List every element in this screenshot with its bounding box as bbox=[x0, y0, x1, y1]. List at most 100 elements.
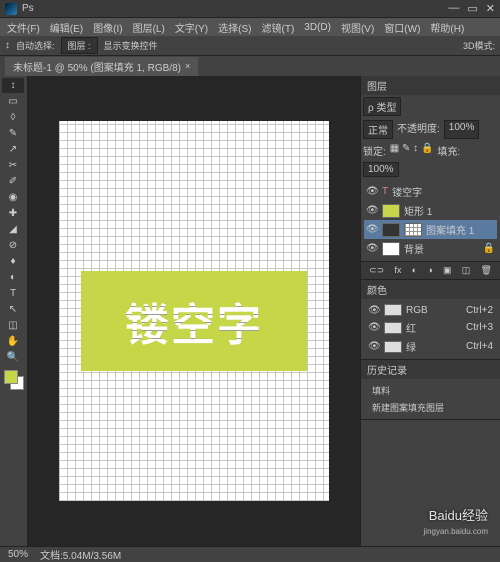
layer-row-background[interactable]: 👁 背景 🔒 bbox=[364, 239, 497, 258]
watermark-url: jingyan.baidu.com bbox=[424, 527, 488, 536]
canvas-area[interactable]: 镂空字 bbox=[28, 76, 360, 546]
layer-name: 镂空字 bbox=[392, 184, 422, 199]
show-transform-checkbox[interactable]: 显示变换控件 bbox=[104, 39, 158, 52]
menu-type[interactable]: 文字(Y) bbox=[171, 20, 212, 35]
color-swatches[interactable] bbox=[2, 370, 25, 394]
visibility-icon[interactable]: 👁 bbox=[368, 322, 380, 333]
dodge-tool[interactable]: ◐ bbox=[2, 270, 24, 285]
close-button[interactable]: ✕ bbox=[486, 2, 495, 15]
shape-tool[interactable]: ◫ bbox=[2, 318, 24, 333]
app-title: Ps bbox=[22, 3, 34, 14]
tab-title: 未标题-1 @ 50% (图案填充 1, RGB/8) bbox=[13, 59, 181, 74]
layer-thumb bbox=[382, 204, 400, 218]
opacity-value[interactable]: 100% bbox=[444, 120, 480, 139]
layers-panel-footer: ⊂⊃ fx ◐ ◑ ▣ ◫ 🗑 bbox=[361, 261, 500, 279]
menu-filter[interactable]: 滤镜(T) bbox=[258, 20, 299, 35]
layers-panel-title[interactable]: 图层 bbox=[361, 76, 500, 95]
new-layer-icon[interactable]: ◫ bbox=[462, 265, 471, 276]
zoom-tool[interactable]: 🔍 bbox=[2, 350, 24, 365]
menu-file[interactable]: 文件(F) bbox=[3, 20, 44, 35]
channel-shortcut: Ctrl+3 bbox=[466, 322, 493, 333]
channel-row-red[interactable]: 👁 红 Ctrl+3 bbox=[364, 318, 497, 337]
menu-edit[interactable]: 编辑(E) bbox=[46, 20, 87, 35]
history-brush-tool[interactable]: ◢ bbox=[2, 222, 24, 237]
blend-mode-select[interactable]: 正常 bbox=[363, 120, 393, 139]
document-tabs: 未标题-1 @ 50% (图案填充 1, RGB/8) × bbox=[0, 56, 500, 76]
visibility-icon[interactable]: 👁 bbox=[366, 224, 378, 235]
channel-name: RGB bbox=[406, 305, 428, 316]
menu-layer[interactable]: 图层(L) bbox=[129, 20, 169, 35]
menu-view[interactable]: 视图(V) bbox=[337, 20, 378, 35]
fill-value[interactable]: 100% bbox=[363, 162, 399, 177]
menu-3d[interactable]: 3D(D) bbox=[300, 22, 335, 33]
adjustment-icon[interactable]: ◑ bbox=[427, 265, 432, 276]
hand-tool[interactable]: ✋ bbox=[2, 334, 24, 349]
gradient-tool[interactable]: ♦ bbox=[2, 254, 24, 269]
layer-thumb bbox=[382, 223, 400, 237]
brush-tool[interactable]: ◉ bbox=[2, 190, 24, 205]
status-bar: 50% 文档:5.04M/3.56M bbox=[0, 546, 500, 562]
maximize-button[interactable]: ▭ bbox=[467, 2, 477, 15]
layer-thumb bbox=[382, 242, 400, 256]
autoselect-mode[interactable]: 图层 : bbox=[61, 37, 98, 54]
channel-row-rgb[interactable]: 👁 RGB Ctrl+2 bbox=[364, 302, 497, 318]
visibility-icon[interactable]: 👁 bbox=[368, 305, 380, 316]
layers-panel: 图层 ρ 类型 正常 不透明度: 100% 锁定: ▦ ✎ ↕ 🔒 填充: 10… bbox=[361, 76, 500, 280]
path-tool[interactable]: ↖ bbox=[2, 302, 24, 317]
lasso-tool[interactable]: ◊ bbox=[2, 110, 24, 125]
channel-name: 红 bbox=[406, 320, 416, 335]
lock-label: 锁定: bbox=[363, 143, 386, 158]
minimize-button[interactable]: — bbox=[448, 2, 459, 15]
layer-name: 图案填充 1 bbox=[426, 222, 474, 237]
layer-filter-kind[interactable]: ρ 类型 bbox=[363, 97, 401, 116]
autoselect-label: 自动选择: bbox=[16, 39, 55, 52]
lock-icon: 🔒 bbox=[483, 243, 495, 254]
wand-tool[interactable]: ✎ bbox=[2, 126, 24, 141]
link-layers-icon[interactable]: ⊂⊃ bbox=[369, 265, 384, 276]
channel-thumb bbox=[384, 341, 402, 353]
history-panel-title[interactable]: 历史记录 bbox=[361, 360, 500, 379]
channel-row-green[interactable]: 👁 绿 Ctrl+4 bbox=[364, 337, 497, 356]
group-icon[interactable]: ▣ bbox=[443, 265, 452, 276]
menu-select[interactable]: 选择(S) bbox=[214, 20, 255, 35]
panels-dock: 图层 ρ 类型 正常 不透明度: 100% 锁定: ▦ ✎ ↕ 🔒 填充: 10… bbox=[360, 76, 500, 546]
watermark: Baidu经验 bbox=[429, 505, 488, 524]
crop-tool[interactable]: ↗ bbox=[2, 142, 24, 157]
menu-help[interactable]: 帮助(H) bbox=[426, 20, 468, 35]
mask-icon[interactable]: ◐ bbox=[412, 265, 417, 276]
menu-image[interactable]: 图像(I) bbox=[89, 20, 126, 35]
layer-row-text[interactable]: 👁 T 镂空字 bbox=[364, 182, 497, 201]
history-item[interactable]: 新建图案填充图层 bbox=[364, 399, 497, 416]
tools-panel: ↕ ▭ ◊ ✎ ↗ ✂ ✐ ◉ ✚ ◢ ⊘ ♦ ◐ T ↖ ◫ ✋ 🔍 bbox=[0, 76, 28, 546]
eraser-tool[interactable]: ⊘ bbox=[2, 238, 24, 253]
layer-row-shape[interactable]: 👁 矩形 1 bbox=[364, 201, 497, 220]
stamp-tool[interactable]: ✚ bbox=[2, 206, 24, 221]
3d-mode-label: 3D模式: bbox=[463, 39, 495, 52]
visibility-icon[interactable]: 👁 bbox=[366, 205, 378, 216]
layer-row-pattern[interactable]: 👁 图案填充 1 bbox=[364, 220, 497, 239]
visibility-icon[interactable]: 👁 bbox=[366, 186, 378, 197]
document-tab[interactable]: 未标题-1 @ 50% (图案填充 1, RGB/8) × bbox=[5, 57, 198, 76]
history-item[interactable]: 填料 bbox=[364, 382, 497, 399]
eyedropper-tool[interactable]: ✂ bbox=[2, 158, 24, 173]
fx-icon[interactable]: fx bbox=[394, 265, 401, 276]
heal-tool[interactable]: ✐ bbox=[2, 174, 24, 189]
menu-bar: 文件(F) 编辑(E) 图像(I) 图层(L) 文字(Y) 选择(S) 滤镜(T… bbox=[0, 18, 500, 36]
delete-layer-icon[interactable]: 🗑 bbox=[480, 265, 491, 276]
channels-panel: 颜色 👁 RGB Ctrl+2 👁 红 Ctrl+3 👁 绿 bbox=[361, 280, 500, 360]
channels-panel-title[interactable]: 颜色 bbox=[361, 280, 500, 299]
zoom-level[interactable]: 50% bbox=[8, 549, 28, 560]
canvas[interactable]: 镂空字 bbox=[59, 121, 329, 501]
visibility-icon[interactable]: 👁 bbox=[368, 341, 380, 352]
layer-name: 背景 bbox=[404, 241, 424, 256]
type-tool[interactable]: T bbox=[2, 286, 24, 301]
visibility-icon[interactable]: 👁 bbox=[366, 243, 378, 254]
move-tool[interactable]: ↕ bbox=[2, 78, 24, 93]
marquee-tool[interactable]: ▭ bbox=[2, 94, 24, 109]
lock-icons[interactable]: ▦ ✎ ↕ 🔒 bbox=[390, 143, 434, 158]
menu-window[interactable]: 窗口(W) bbox=[380, 20, 424, 35]
channel-thumb bbox=[384, 304, 402, 316]
foreground-color-swatch[interactable] bbox=[4, 370, 18, 384]
move-tool-icon: ↕ bbox=[5, 40, 10, 51]
tab-close-icon[interactable]: × bbox=[185, 61, 190, 71]
